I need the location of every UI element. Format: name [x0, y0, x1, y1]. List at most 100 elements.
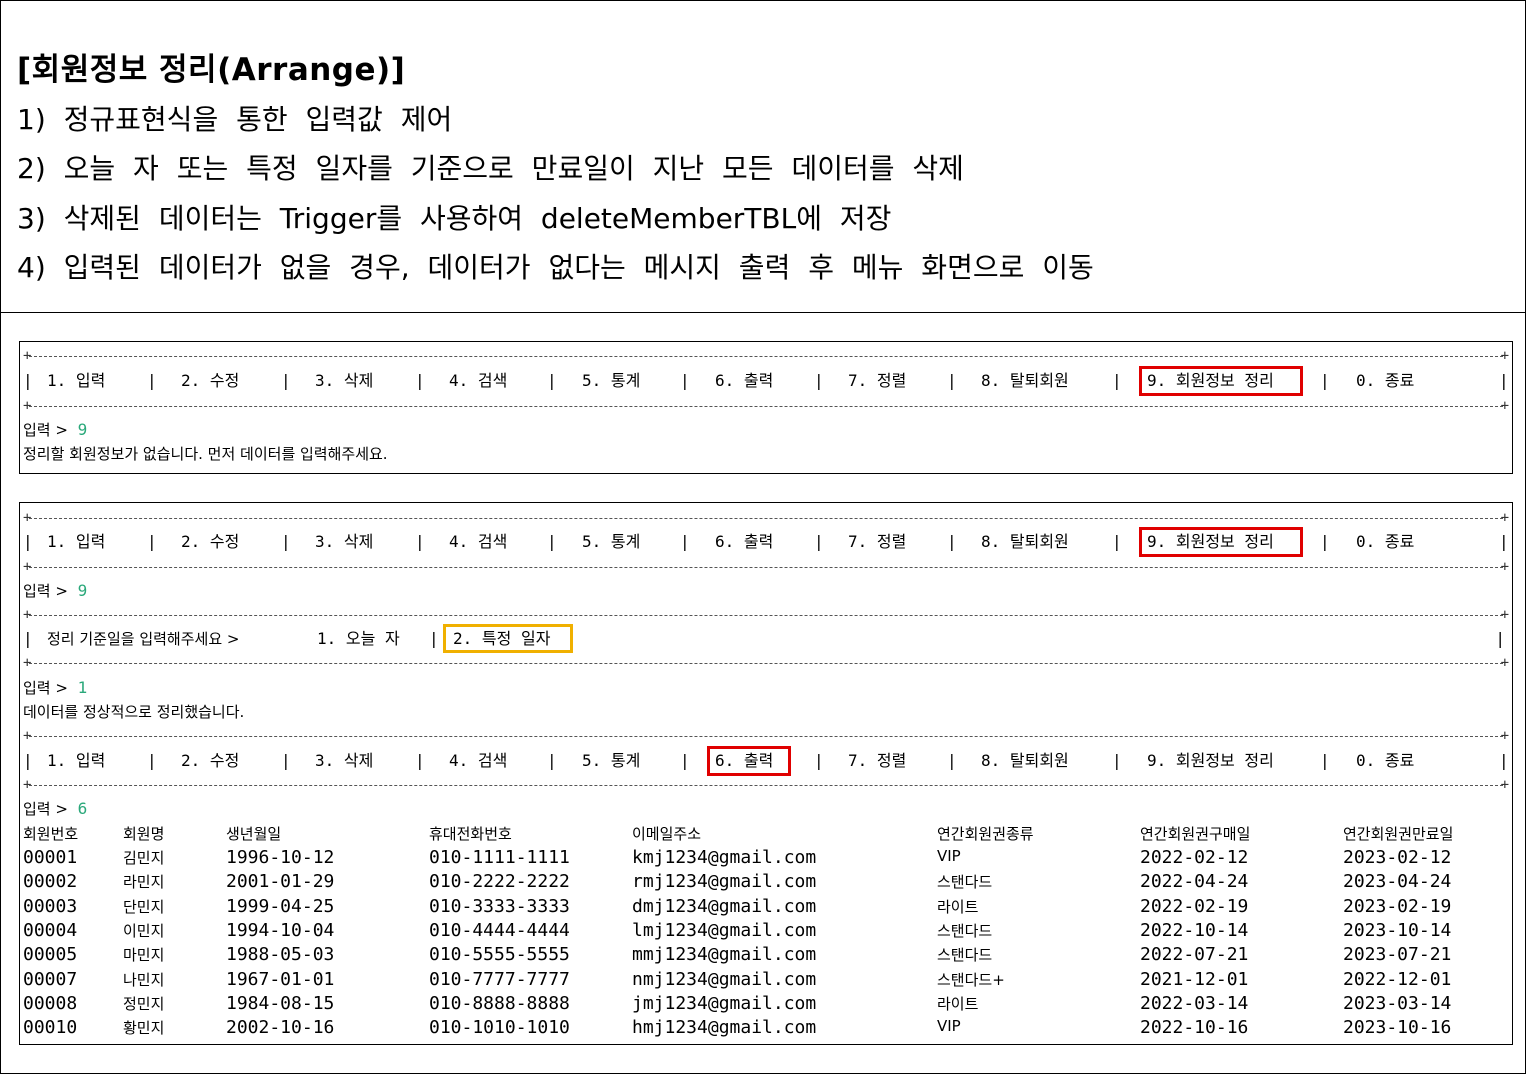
prompt-input-value[interactable]: 1 — [78, 678, 88, 697]
menu-item-edit[interactable]: 2. 수정 — [181, 749, 239, 773]
table-row: 00001 김민지 1996-10-12 010-1111-1111 kmj1234@g… — [23, 847, 1503, 871]
menu-item-delete[interactable]: 3. 삭제 — [315, 530, 373, 554]
cell-member-name: 마민지 — [123, 946, 165, 965]
menu-item-delete[interactable]: 3. 삭제 — [315, 749, 373, 773]
menu-pipe: | — [281, 532, 291, 551]
menu-item-stats[interactable]: 5. 통계 — [582, 530, 640, 554]
menu-item-sort[interactable]: 7. 정렬 — [848, 530, 906, 554]
table-row: 00002 라민지 2001-01-29 010-2222-2222 rmj1234@g… — [23, 871, 1503, 895]
requirement-2: 2) 오늘 자 또는 특정 일자를 기준으로 만료일이 지난 모든 데이터를 삭… — [17, 152, 964, 185]
menu-item-exit[interactable]: 0. 종료 — [1356, 369, 1414, 393]
submenu-border-bottom: + + — [23, 655, 1509, 671]
menu-border-bottom: + + — [23, 559, 1509, 575]
menu-pipe: | — [1499, 532, 1509, 551]
prompt-input-value[interactable]: 9 — [78, 420, 88, 439]
menu-item-input[interactable]: 1. 입력 — [47, 530, 105, 554]
column-header-member-name: 회원명 — [123, 825, 165, 843]
menu-pipe: | — [1320, 751, 1330, 770]
no-data-message: 정리할 회원정보가 없습니다. 먼저 데이터를 입력해주세요. — [23, 445, 388, 463]
menu-pipe: | — [1499, 751, 1509, 770]
prompt-input-value[interactable]: 6 — [78, 799, 88, 818]
menu-pipe: | — [547, 371, 557, 390]
menu-item-search[interactable]: 4. 검색 — [449, 369, 507, 393]
cell-birth-date: 1988-05-03 — [226, 944, 335, 966]
main-menu: | | | | | | | | | | | 1. 입력 2. 수정 3. 삭제 4. 검색 5. 통계 6. 출… — [23, 527, 1511, 557]
cell-email: nmj1234@gmail.com — [632, 968, 817, 990]
cell-member-name: 황민지 — [123, 1019, 165, 1038]
cell-birth-date: 2001-01-29 — [226, 871, 335, 893]
cell-email: kmj1234@gmail.com — [632, 847, 817, 868]
cell-birth-date: 1967-01-01 — [226, 968, 335, 990]
cell-phone-number: 010-8888-8888 — [429, 992, 570, 1014]
table-row: 00008 정민지 1984-08-15 010-8888-8888 jmj1234@g… — [23, 993, 1503, 1017]
cell-member-name: 정민지 — [123, 994, 165, 1013]
cell-member-id: 00010 — [23, 1017, 78, 1039]
cell-membership-type: VIP — [937, 1017, 961, 1036]
cell-purchase-date: 2022-10-14 — [1140, 919, 1249, 941]
highlight-box-red — [707, 746, 791, 776]
menu-item-delete[interactable]: 3. 삭제 — [315, 369, 373, 393]
menu-pipe: | — [281, 371, 291, 390]
cell-expiry-date: 2023-02-19 — [1343, 895, 1452, 917]
date-submenu: | 정리 기준일을 입력해주세요 > 1. 오늘 자 | 2. 특정 일자 | — [23, 624, 1511, 653]
menu-item-search[interactable]: 4. 검색 — [449, 530, 507, 554]
cell-member-id: 00001 — [23, 847, 78, 868]
column-header-email: 이메일주소 — [632, 825, 702, 843]
cell-phone-number: 010-2222-2222 — [429, 871, 570, 893]
cell-email: jmj1234@gmail.com — [632, 992, 817, 1014]
menu-border-bottom: + + — [23, 398, 1509, 414]
menu-border-bottom: + + — [23, 777, 1509, 793]
menu-pipe: | — [1320, 371, 1330, 390]
cell-member-name: 라민지 — [123, 873, 165, 892]
requirement-1: 1) 정규표현식을 통한 입력값 제어 — [17, 103, 453, 136]
menu-item-withdrawn[interactable]: 8. 탈퇴회원 — [981, 369, 1069, 393]
column-header-member-id: 회원번호 — [23, 825, 79, 843]
cell-email: rmj1234@gmail.com — [632, 871, 817, 893]
column-header-phone-number: 휴대전화번호 — [429, 825, 512, 843]
menu-border-top: + + — [23, 728, 1509, 744]
cell-purchase-date: 2022-02-12 — [1140, 847, 1249, 868]
menu-item-sort[interactable]: 7. 정렬 — [848, 369, 906, 393]
cell-expiry-date: 2023-03-14 — [1343, 992, 1452, 1014]
prompt-input-value[interactable]: 9 — [78, 581, 88, 600]
menu-item-input[interactable]: 1. 입력 — [47, 749, 105, 773]
table-row: 00003 단민지 1999-04-25 010-3333-3333 dmj1234@g… — [23, 896, 1503, 920]
menu-item-withdrawn[interactable]: 8. 탈퇴회원 — [981, 749, 1069, 773]
menu-item-withdrawn[interactable]: 8. 탈퇴회원 — [981, 530, 1069, 554]
cell-email: dmj1234@gmail.com — [632, 895, 817, 917]
menu-pipe: | — [814, 751, 824, 770]
menu-item-exit[interactable]: 0. 종료 — [1356, 530, 1414, 554]
menu-item-stats[interactable]: 5. 통계 — [582, 369, 640, 393]
menu-item-search[interactable]: 4. 검색 — [449, 749, 507, 773]
menu-item-arrange[interactable]: 9. 회원정보 정리 — [1147, 749, 1274, 773]
prompt-line: 입력 > 1 — [23, 678, 88, 697]
cell-membership-type: 스탠다드+ — [937, 970, 1005, 989]
cell-purchase-date: 2021-12-01 — [1140, 968, 1249, 990]
menu-pipe: | — [281, 751, 291, 770]
table-row: 00007 나민지 1967-01-01 010-7777-7777 nmj1234@g… — [23, 969, 1503, 993]
cell-birth-date: 1984-08-15 — [226, 992, 335, 1014]
menu-pipe: | — [680, 532, 690, 551]
table-row: 00005 마민지 1988-05-03 010-5555-5555 mmj1234@g… — [23, 944, 1503, 968]
prompt-line: 입력 > 6 — [23, 799, 88, 818]
menu-item-print[interactable]: 6. 출력 — [715, 530, 773, 554]
menu-pipe: | — [947, 751, 957, 770]
console-panel-no-data: + + | | | | | | | | | | | 1. 입력 2. 수정 3. 삭제 4. 검색 5. 통계 6… — [19, 341, 1513, 474]
submenu-border-top: + + — [23, 607, 1509, 623]
menu-item-input[interactable]: 1. 입력 — [47, 369, 105, 393]
menu-item-exit[interactable]: 0. 종료 — [1356, 749, 1414, 773]
page-title: [회원정보 정리(Arrange)] — [17, 52, 406, 88]
submenu-option-today[interactable]: 1. 오늘 자 — [317, 627, 400, 651]
menu-pipe: | — [680, 751, 690, 770]
menu-pipe: | — [547, 751, 557, 770]
menu-item-print[interactable]: 6. 출력 — [715, 369, 773, 393]
cell-email: lmj1234@gmail.com — [632, 919, 817, 941]
menu-item-edit[interactable]: 2. 수정 — [181, 530, 239, 554]
cell-birth-date: 1999-04-25 — [226, 895, 335, 917]
section-divider — [0, 312, 1526, 313]
requirement-4: 4) 입력된 데이터가 없을 경우, 데이터가 없다는 메시지 출력 후 메뉴 … — [17, 251, 1094, 284]
menu-item-sort[interactable]: 7. 정렬 — [848, 749, 906, 773]
menu-item-edit[interactable]: 2. 수정 — [181, 369, 239, 393]
cell-member-id: 00004 — [23, 919, 78, 941]
menu-item-stats[interactable]: 5. 통계 — [582, 749, 640, 773]
